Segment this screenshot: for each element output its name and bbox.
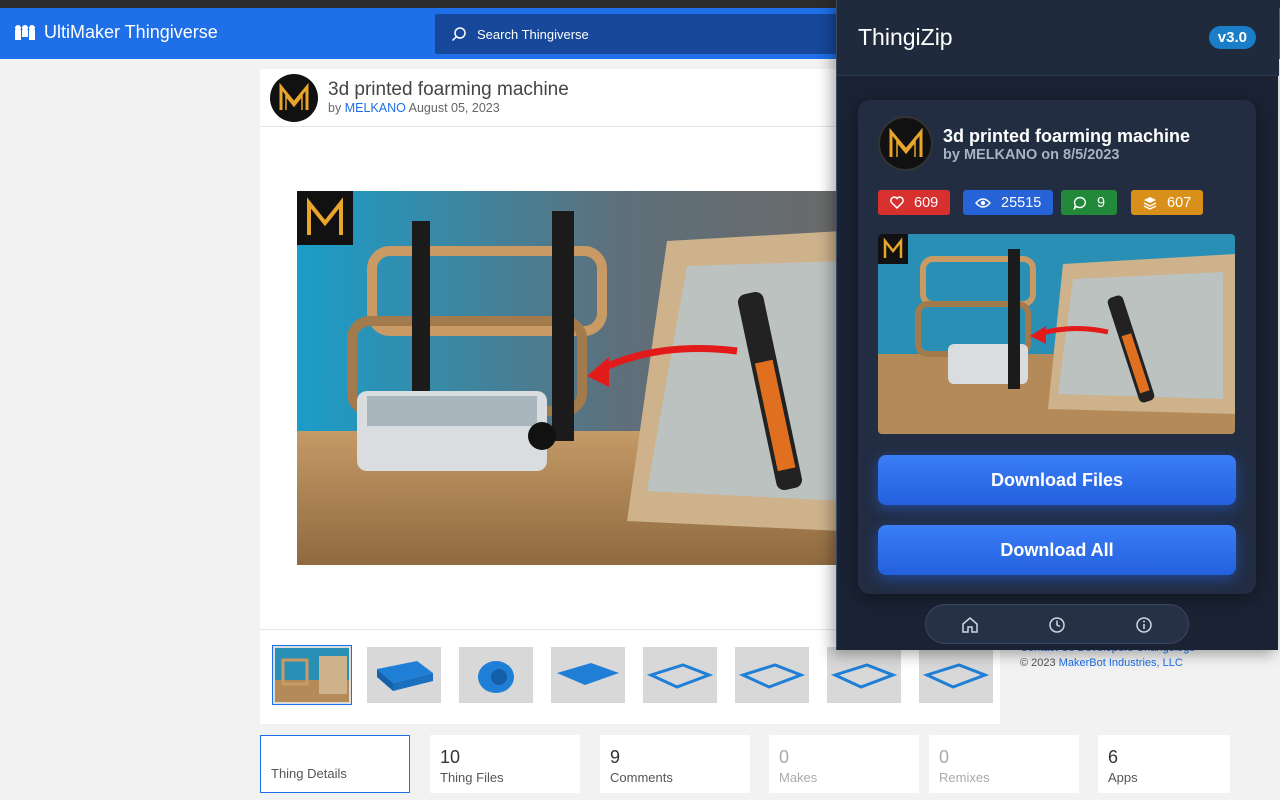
main-image[interactable] [297,191,842,565]
page-title: 3d printed foarming machine [328,79,569,100]
tab-count: 0 [939,747,950,767]
tab-count: 10 [440,747,461,767]
tab-thing-files[interactable]: 10 Thing Files [430,735,580,793]
popup-bottom-nav [925,604,1189,644]
thumbnail[interactable] [827,647,901,703]
tab-count: 6 [1108,747,1119,767]
melkano-logo-icon [279,83,309,110]
heart-icon [890,196,904,209]
tab-apps[interactable]: 6 Apps [1098,735,1230,793]
melkano-logo-icon [889,127,922,157]
thing-title: 3d printed foarming machine [943,126,1191,146]
search-input[interactable]: Search Thingiverse [435,14,845,54]
thing-byline: by MELKANO on 8/5/2023 [943,147,1120,163]
tab-thing-details[interactable]: Thing Details [260,735,410,793]
layers-icon [1143,196,1157,210]
site-logo[interactable]: UltiMaker Thingiverse [14,22,218,43]
search-placeholder: Search Thingiverse [477,26,589,42]
copyright: © 2023 MakerBot Industries, LLC [1020,657,1183,669]
thing-preview-image [878,234,1235,434]
download-files-button[interactable]: Download Files [878,455,1236,505]
thumbnail-image [459,647,533,703]
thumbnail-image [367,647,441,703]
tab-makes[interactable]: 0 Makes [769,735,919,793]
views-count: 25515 [1001,194,1042,211]
comment-icon [1073,196,1086,210]
thumbnail[interactable] [735,647,809,703]
by-label: by [328,101,342,115]
version-badge: v3.0 [1208,26,1256,49]
thumbnail[interactable] [551,647,625,703]
thumbnail-image [735,647,809,703]
home-icon[interactable] [959,614,981,636]
tab-count: 9 [610,747,621,767]
forming-machine-photo [297,191,842,565]
thumbnail-image [827,647,901,703]
thumbnail[interactable] [272,645,352,705]
author-link[interactable]: MELKANO [345,101,406,115]
company-link[interactable]: MakerBot Industries, LLC [1059,657,1183,669]
tab-label: Makes [779,770,818,785]
search-icon [451,27,466,42]
thumbnail-image [275,648,349,702]
thumbnail[interactable] [367,647,441,703]
likes-badge: 609 [878,190,951,215]
tab-label: Comments [610,770,673,785]
comments-count: 9 [1097,194,1106,211]
avatar [878,116,933,171]
thumbnail-image [643,647,717,703]
tab-comments[interactable]: 9 Comments [600,735,750,793]
tab-label: Thing Files [440,770,504,785]
likes-count: 609 [914,194,939,211]
tab-label: Thing Details [271,766,347,781]
download-all-button[interactable]: Download All [878,525,1236,575]
avatar[interactable] [270,74,318,122]
copyright-prefix: © 2023 [1020,657,1056,669]
thing-byline: by MELKANO August 05, 2023 [328,101,500,115]
eye-icon [975,197,991,208]
makes-badge: 607 [1131,190,1204,215]
ultimaker-logo-icon [15,24,35,40]
popup-header: ThingiZip v3.0 [837,0,1279,76]
thing-summary-card: 3d printed foarming machine by MELKANO o… [858,100,1256,594]
tab-remixes[interactable]: 0 Remixes [929,735,1079,793]
forming-machine-photo [878,234,1235,434]
thumbnail[interactable] [459,647,533,703]
tab-label: Remixes [939,770,990,785]
thumbnail[interactable] [919,647,993,703]
views-badge: 25515 [963,190,1054,215]
publish-date: August 05, 2023 [408,101,500,115]
brand-name: UltiMaker Thingiverse [44,22,218,42]
thumbnail-image [919,647,993,703]
tab-count: 0 [779,747,790,767]
thumbnail-image [551,647,625,703]
popup-title: ThingiZip [858,24,953,50]
thumbnail[interactable] [643,647,717,703]
thingizip-popup: ThingiZip v3.0 3d printed foarming machi… [836,0,1279,650]
makes-count: 607 [1167,194,1192,211]
info-icon[interactable] [1133,614,1155,636]
history-clock-icon[interactable] [1046,614,1068,636]
comments-badge: 9 [1061,190,1118,215]
tab-label: Apps [1108,770,1138,785]
